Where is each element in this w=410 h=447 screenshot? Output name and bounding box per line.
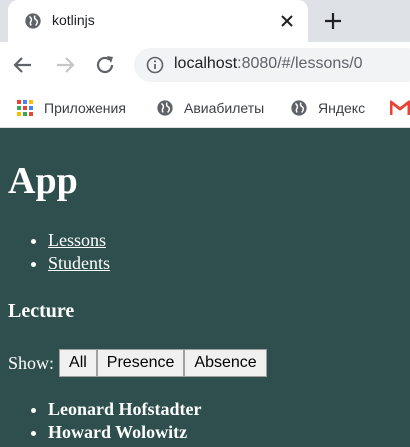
filter-presence-button[interactable]: Presence	[96, 349, 185, 377]
nav-link-lessons[interactable]: Lessons	[48, 230, 106, 250]
bookmarks-bar: Приложения Авиабилеты Яндекс	[0, 88, 410, 128]
app-page: App Lessons Students Lecture Show: All P…	[0, 129, 410, 447]
student-list: Leonard Hofstadter Howard Wolowitz	[8, 398, 201, 444]
section-title: Lecture	[8, 300, 75, 322]
reload-icon[interactable]	[94, 54, 116, 76]
info-icon[interactable]	[146, 56, 164, 74]
url-path: :8080/#/lessons/0	[237, 55, 363, 72]
forward-arrow-icon[interactable]	[54, 54, 76, 76]
nav-item: Students	[48, 252, 110, 275]
gmail-icon	[390, 100, 410, 115]
bookmark-yandex[interactable]: Яндекс	[290, 96, 365, 120]
filter-all-button[interactable]: All	[59, 349, 97, 377]
app-title: App	[8, 160, 78, 202]
nav-link-students[interactable]: Students	[48, 253, 110, 273]
url-host: localhost	[174, 55, 238, 72]
list-item[interactable]: Leonard Hofstadter	[48, 398, 201, 421]
bookmark-aviabilety[interactable]: Авиабилеты	[156, 96, 264, 120]
browser-tab[interactable]: kotlinjs	[8, 0, 308, 42]
bookmark-gmail[interactable]	[390, 96, 410, 120]
nav-item: Lessons	[48, 229, 110, 252]
new-tab-icon[interactable]	[322, 10, 344, 32]
globe-icon	[157, 100, 173, 116]
globe-icon	[291, 100, 307, 116]
filter-absence-button[interactable]: Absence	[184, 349, 267, 377]
apps-grid-icon	[17, 100, 33, 116]
address-bar[interactable]: localhost:8080/#/lessons/0	[134, 48, 410, 82]
close-icon[interactable]	[278, 12, 296, 30]
nav-list: Lessons Students	[8, 229, 110, 275]
browser-toolbar: localhost:8080/#/lessons/0	[0, 42, 410, 88]
tab-title: kotlinjs	[52, 12, 95, 28]
list-item[interactable]: Howard Wolowitz	[48, 421, 201, 444]
back-arrow-icon[interactable]	[12, 54, 34, 76]
address-url: localhost:8080/#/lessons/0	[174, 55, 363, 73]
filter-bar: Show: All Presence Absence	[8, 349, 267, 377]
bookmark-label: Авиабилеты	[184, 100, 265, 116]
globe-icon	[25, 13, 41, 29]
bookmark-label: Яндекс	[318, 100, 366, 116]
filter-label: Show:	[8, 352, 55, 373]
tab-strip: kotlinjs	[0, 0, 410, 42]
bookmark-label: Приложения	[44, 100, 126, 116]
bookmark-apps[interactable]: Приложения	[16, 96, 126, 120]
